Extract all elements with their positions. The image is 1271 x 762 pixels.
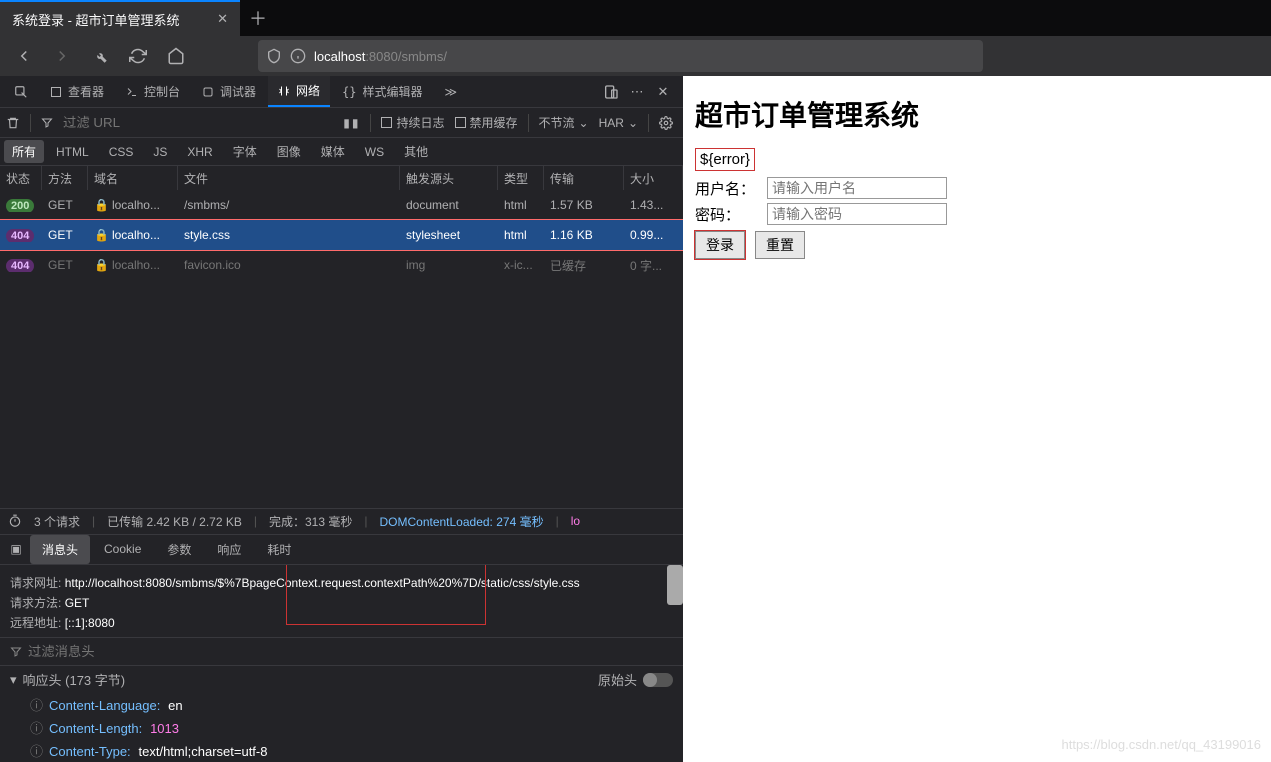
watermark: https://blog.csdn.net/qq_43199016	[1062, 737, 1262, 752]
tab-style-editor[interactable]: {}样式编辑器	[332, 76, 432, 107]
tab-title: 系统登录 - 超市订单管理系统	[12, 10, 207, 29]
tab-cookies[interactable]: Cookie	[92, 536, 153, 562]
url-bar[interactable]: localhost:8080/smbms/	[258, 40, 983, 72]
tabs-overflow-icon[interactable]: ≫	[435, 76, 468, 107]
throttle-select[interactable]: 不节流⌄	[539, 114, 589, 131]
filter-icon[interactable]	[41, 117, 53, 129]
type-ws[interactable]: WS	[357, 142, 392, 162]
clear-icon[interactable]	[6, 116, 20, 130]
filter-url-input[interactable]	[63, 115, 163, 130]
request-table-header: 状态 方法 域名 文件 触发源头 类型 传输 大小	[0, 166, 683, 190]
help-icon[interactable]: ⓘ	[30, 721, 43, 736]
tab-console[interactable]: 控制台	[116, 76, 190, 107]
response-header-item: ⓘContent-Type: text/html;charset=utf-8	[0, 739, 683, 762]
type-media[interactable]: 媒体	[313, 140, 353, 163]
request-row[interactable]: 404GET🔒localho...favicon.icoimgx-ic...已缓…	[0, 250, 683, 280]
tab-timings[interactable]: 耗时	[255, 535, 303, 564]
type-html[interactable]: HTML	[48, 142, 97, 162]
scroll-indicator[interactable]	[667, 565, 683, 605]
browser-tab[interactable]: 系统登录 - 超市订单管理系统 ✕	[0, 0, 240, 36]
forward-button[interactable]	[46, 40, 78, 72]
username-label: 用户名：	[695, 178, 767, 199]
kebab-menu-icon[interactable]: ⋯	[629, 84, 645, 100]
request-row[interactable]: 200GET🔒localho.../smbms/documenthtml1.57…	[0, 190, 683, 220]
tab-inspector[interactable]: 查看器	[40, 76, 114, 107]
type-js[interactable]: JS	[145, 142, 175, 162]
url-text: localhost:8080/smbms/	[314, 49, 447, 64]
response-header-item: ⓘContent-Language: en	[0, 693, 683, 716]
new-tab-button[interactable]: ＋	[240, 0, 276, 36]
page-title: 超市订单管理系统	[695, 94, 1259, 134]
pause-icon[interactable]: ▮▮	[343, 116, 360, 130]
type-font[interactable]: 字体	[225, 140, 265, 163]
stopwatch-icon[interactable]	[8, 514, 22, 528]
info-icon[interactable]	[290, 48, 306, 64]
devtools-close-icon[interactable]: ✕	[655, 84, 671, 100]
type-xhr[interactable]: XHR	[179, 142, 220, 162]
persist-log-checkbox[interactable]: 持续日志	[381, 114, 444, 131]
type-img[interactable]: 图像	[269, 140, 309, 163]
request-list: 200GET🔒localho.../smbms/documenthtml1.57…	[0, 190, 683, 280]
har-select[interactable]: HAR⌄	[599, 116, 638, 130]
tab-debugger[interactable]: 调试器	[192, 76, 266, 107]
type-all[interactable]: 所有	[4, 140, 44, 163]
request-details: ▣ 消息头 Cookie 参数 响应 耗时 请求网址: http://local…	[0, 534, 683, 762]
password-input[interactable]	[767, 203, 947, 225]
tab-network[interactable]: 网络	[268, 76, 330, 107]
network-summary: 3 个请求| 已传输 2.42 KB / 2.72 KB| 完成：313 毫秒|…	[0, 508, 683, 534]
filter-icon[interactable]	[10, 646, 22, 658]
login-button[interactable]: 登录	[695, 231, 745, 259]
browser-tab-strip: 系统登录 - 超市订单管理系统 ✕ ＋	[0, 0, 1271, 36]
username-input[interactable]	[767, 177, 947, 199]
devtools-tabs: 查看器 控制台 调试器 网络 {}样式编辑器 ≫ ⋯ ✕	[0, 76, 683, 108]
filter-headers-row	[0, 637, 683, 665]
shield-icon[interactable]	[266, 48, 282, 64]
details-back-icon[interactable]: ▣	[4, 542, 28, 556]
filter-headers-input[interactable]	[28, 644, 228, 659]
devtools-panel: 查看器 控制台 调试器 网络 {}样式编辑器 ≫ ⋯ ✕ ▮▮	[0, 76, 683, 762]
request-row[interactable]: 404GET🔒localho...style.cssstylesheethtml…	[0, 220, 683, 250]
type-filter-row: 所有 HTML CSS JS XHR 字体 图像 媒体 WS 其他	[0, 138, 683, 166]
headers-body: 请求网址: http://localhost:8080/smbms/$%7Bpa…	[0, 565, 683, 638]
reset-button[interactable]: 重置	[755, 231, 805, 259]
tab-headers[interactable]: 消息头	[30, 535, 90, 564]
raw-toggle[interactable]	[643, 673, 673, 687]
response-header-item: ⓘContent-Length: 1013	[0, 716, 683, 739]
reload-button[interactable]	[122, 40, 154, 72]
gear-icon[interactable]	[659, 116, 673, 130]
disable-cache-checkbox[interactable]: 禁用缓存	[455, 114, 518, 131]
wrench-icon[interactable]	[84, 40, 116, 72]
browser-nav-bar: localhost:8080/smbms/	[0, 36, 1271, 76]
page-content: 超市订单管理系统 ${error} 用户名： 密码： 登录 重置 https:/…	[683, 76, 1271, 762]
responsive-icon[interactable]	[603, 84, 619, 100]
error-box: ${error}	[695, 148, 755, 171]
inspector-pick-icon[interactable]	[4, 76, 38, 107]
response-headers-toggle[interactable]: ▾ 响应头 (173 字节) 原始头	[0, 665, 683, 693]
help-icon[interactable]: ⓘ	[30, 698, 43, 713]
back-button[interactable]	[8, 40, 40, 72]
type-css[interactable]: CSS	[101, 142, 142, 162]
close-icon[interactable]: ✕	[217, 11, 228, 27]
type-other[interactable]: 其他	[396, 140, 436, 163]
password-label: 密码：	[695, 204, 767, 225]
tab-response[interactable]: 响应	[205, 535, 253, 564]
help-icon[interactable]: ⓘ	[30, 744, 43, 759]
home-button[interactable]	[160, 40, 192, 72]
network-filter-row: ▮▮ 持续日志 禁用缓存 不节流⌄ HAR⌄	[0, 108, 683, 138]
tab-params[interactable]: 参数	[155, 535, 203, 564]
